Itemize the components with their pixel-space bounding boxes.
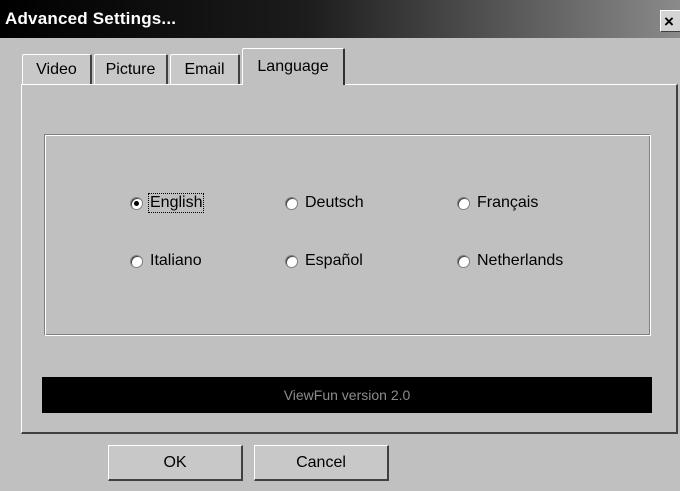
tab-video[interactable]: Video [22,54,92,84]
radio-label-deutsch: Deutsch [305,194,364,211]
radio-english[interactable]: English [130,193,205,213]
tab-language[interactable]: Language [242,48,345,85]
tab-label: Video [36,61,77,78]
ok-button[interactable]: OK [108,445,243,481]
radio-button-checked[interactable] [130,196,143,210]
radio-button[interactable] [285,254,298,268]
cancel-button[interactable]: Cancel [254,445,389,481]
title-bar: Advanced Settings... × [0,0,680,38]
radio-label-english: English [147,193,205,213]
tab-label: Language [257,58,329,75]
radio-button[interactable] [457,254,470,268]
tab-label: Email [184,61,225,78]
tab-email[interactable]: Email [170,54,240,84]
radio-netherlands[interactable]: Netherlands [457,252,564,270]
close-icon: × [664,12,674,31]
radio-button[interactable] [130,254,143,268]
version-banner: ViewFun version 2.0 [42,377,652,413]
ok-button-label: OK [163,454,187,471]
tab-picture[interactable]: Picture [94,54,168,84]
close-button[interactable]: × [660,10,680,32]
radio-label-espanol: Español [305,252,363,269]
cancel-button-label: Cancel [296,454,346,471]
radio-button[interactable] [285,196,298,210]
radio-label-francais: Français [477,194,539,211]
radio-label-italiano: Italiano [150,252,202,269]
radio-button[interactable] [457,196,470,210]
radio-espanol[interactable]: Español [285,252,364,270]
version-text: ViewFun version 2.0 [283,387,411,403]
radio-francais[interactable]: Français [457,194,539,212]
radio-italiano[interactable]: Italiano [130,252,203,270]
dialog-title: Advanced Settings... [5,9,177,28]
language-group-box [44,134,651,336]
radio-label-netherlands: Netherlands [477,252,564,269]
radio-deutsch[interactable]: Deutsch [285,194,365,212]
tab-label: Picture [105,61,156,78]
advanced-settings-dialog: Advanced Settings... × Video Picture Ema… [0,0,680,491]
